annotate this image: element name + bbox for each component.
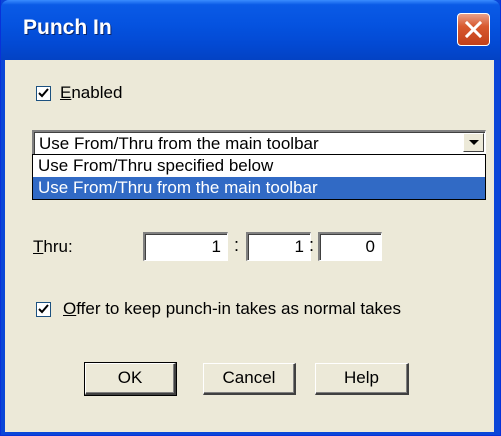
chevron-down-icon — [469, 140, 479, 145]
thru-bar-field[interactable]: 1 — [143, 232, 228, 261]
offer-keep-takes-label[interactable]: Offer to keep punch-in takes as normal t… — [63, 299, 401, 319]
dropdown-button[interactable] — [463, 133, 484, 152]
selected-option-text: Use From/Thru from the main toolbar — [39, 134, 319, 153]
checkmark-icon — [38, 304, 49, 314]
enabled-label-rest: nabled — [71, 83, 123, 102]
punch-in-dialog: Punch In Enabled Use From/Thru from the … — [0, 0, 501, 436]
option-specified-below[interactable]: Use From/Thru specified below — [33, 155, 485, 177]
close-button[interactable] — [457, 13, 490, 46]
enabled-checkbox[interactable] — [36, 86, 51, 101]
cancel-button[interactable]: Cancel — [203, 363, 296, 395]
dialog-body: Enabled Use From/Thru from the main tool… — [5, 60, 494, 432]
thru-label: Thru: — [33, 237, 73, 257]
dialog-title: Punch In — [23, 16, 112, 39]
thru-separator-1: : — [234, 235, 240, 255]
offer-label-rest: ffer to keep punch-in takes as normal ta… — [76, 299, 401, 318]
thru-label-mnemonic: T — [33, 237, 44, 256]
enabled-label[interactable]: Enabled — [60, 83, 122, 103]
close-x-icon — [464, 20, 483, 39]
title-bar[interactable]: Punch In — [1, 0, 500, 60]
thru-separator-2: : — [309, 235, 315, 255]
ok-button[interactable]: OK — [84, 362, 177, 396]
offer-keep-takes-checkbox[interactable] — [36, 302, 51, 317]
enabled-label-mnemonic: E — [60, 83, 72, 102]
thru-beat-field[interactable]: 1 — [246, 232, 311, 261]
punch-range-source-select[interactable]: Use From/Thru from the main toolbar — [32, 130, 486, 155]
checkmark-icon — [38, 88, 49, 98]
help-button[interactable]: Help — [315, 363, 409, 395]
option-main-toolbar[interactable]: Use From/Thru from the main toolbar — [33, 177, 485, 199]
offer-label-mnemonic: O — [63, 299, 77, 318]
thru-tick-field[interactable]: 0 — [318, 232, 382, 261]
dropdown-list: Use From/Thru specified below Use From/T… — [32, 154, 486, 200]
thru-label-rest: hru: — [43, 237, 73, 256]
